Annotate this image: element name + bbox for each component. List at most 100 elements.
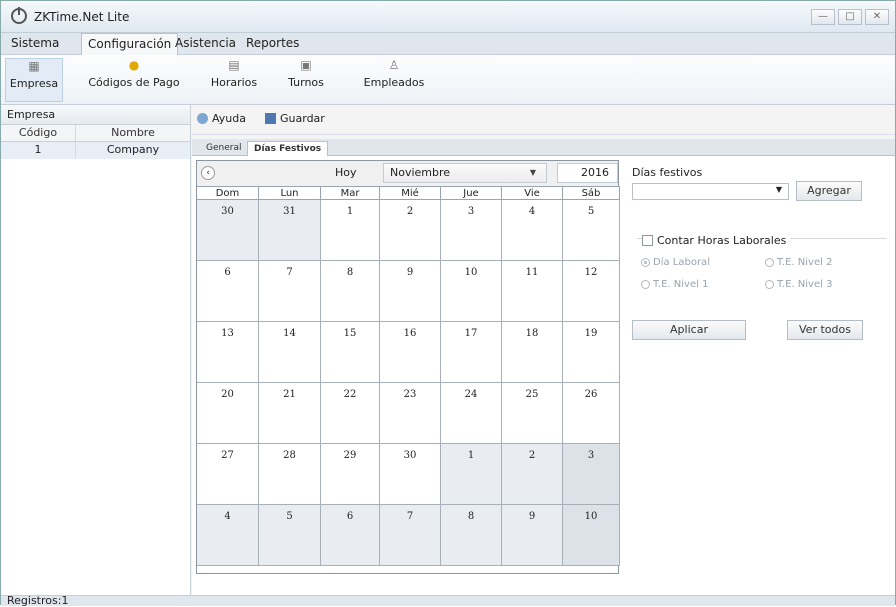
calendar-day[interactable]: 10 [563,505,620,566]
ribbon-empleados-button[interactable]: ♙ Empleados [359,58,429,102]
tab-dias-festivos[interactable]: Días Festivos [247,141,329,156]
ribbon-label: Empresa [9,77,59,90]
calendar-day[interactable]: 30 [197,200,259,261]
calendar-day[interactable]: 13 [197,322,259,383]
calendar-day[interactable]: 5 [259,505,321,566]
calendar-day[interactable]: 5 [563,200,620,261]
ribbon-label: Empleados [363,76,425,89]
group-divider [637,238,887,300]
checkbox-label: Contar Horas Laborales [657,234,787,247]
menu-configuracion[interactable]: Configuración [81,33,179,55]
calendar-day[interactable]: 6 [197,261,259,322]
weekday-header: Lun [259,186,321,200]
calendar-icon: ▤ [228,58,240,72]
calendar-day[interactable]: 26 [563,383,620,444]
view-all-button[interactable]: Ver todos [787,320,863,340]
calendar-day[interactable]: 12 [563,261,620,322]
ribbon-turnos-button[interactable]: ▣ Turnos [277,58,335,102]
weekday-header: Sáb [563,186,620,200]
save-icon [265,113,276,124]
calendar-day[interactable]: 19 [563,322,620,383]
calendar-day[interactable]: 10 [441,261,502,322]
column-codigo[interactable]: Código [1,125,76,141]
window-title: ZKTime.Net Lite [34,10,130,24]
help-button[interactable]: Ayuda [197,112,246,125]
calendar-day[interactable]: 3 [563,444,620,505]
calendar-day[interactable]: 25 [502,383,563,444]
calendar-day[interactable]: 29 [321,444,380,505]
weekday-header: Mié [380,186,441,200]
tab-general[interactable]: General [200,141,247,156]
year-stepper[interactable]: 2016 [557,163,618,183]
records-count: Registros:1 [7,594,69,607]
weekday-header: Mar [321,186,380,200]
calendar-day[interactable]: 22 [321,383,380,444]
month-select[interactable]: Noviembre ▼ [383,163,547,183]
table-row[interactable]: 1 Company [1,142,190,159]
calendar-day[interactable]: 2 [380,200,441,261]
holiday-select[interactable]: ▼ [632,183,789,200]
holidays-label: Días festivos [632,166,703,179]
add-button[interactable]: Agregar [796,181,862,201]
calendar-day[interactable]: 24 [441,383,502,444]
minimize-button[interactable]: — [811,9,835,25]
calendar-day[interactable]: 15 [321,322,380,383]
calendar-day[interactable]: 6 [321,505,380,566]
apply-button[interactable]: Aplicar [632,320,746,340]
calendar-day[interactable]: 4 [197,505,259,566]
ribbon-toolbar: ▦ Empresa ● Códigos de Pago ▤ Horarios ▣… [1,55,895,105]
radio-dia-laboral[interactable]: Día Laboral [641,257,710,268]
save-button[interactable]: Guardar [265,112,325,125]
calendar-day[interactable]: 1 [321,200,380,261]
radio-label: T.E. Nivel 2 [777,257,833,268]
chevron-down-icon: ▼ [529,168,536,177]
column-nombre[interactable]: Nombre [76,125,190,141]
holidays-content: ‹ Hoy Noviembre ▼ 2016 Dom Lun Mar Mié Jue Vi… [192,156,895,595]
calendar-day[interactable]: 3 [441,200,502,261]
calendar-day[interactable]: 8 [441,505,502,566]
radio-te-nivel-2[interactable]: T.E. Nivel 2 [765,257,832,268]
calendar-day[interactable]: 18 [502,322,563,383]
calendar-day[interactable]: 8 [321,261,380,322]
calendar-day[interactable]: 28 [259,444,321,505]
calendar-day[interactable]: 20 [197,383,259,444]
calendar-day[interactable]: 2 [502,444,563,505]
company-panel: Empresa Código Nombre 1 Company [1,105,191,595]
calendar-day[interactable]: 9 [502,505,563,566]
calendar-day[interactable]: 16 [380,322,441,383]
building-icon: ▦ [28,59,40,73]
prev-month-icon[interactable]: ‹ [201,166,215,180]
calendar-nav: ‹ Hoy Noviembre ▼ 2016 [197,161,618,186]
calendar-day[interactable]: 23 [380,383,441,444]
today-button[interactable]: Hoy [335,166,357,179]
calendar-day[interactable]: 27 [197,444,259,505]
calendar-day[interactable]: 7 [380,505,441,566]
menu-reportes[interactable]: Reportes [240,33,305,55]
calendar-day[interactable]: 31 [259,200,321,261]
radio-te-nivel-3[interactable]: T.E. Nivel 3 [765,279,832,290]
calendar-day[interactable]: 17 [441,322,502,383]
count-hours-checkbox[interactable]: Contar Horas Laborales [642,234,791,247]
maximize-button[interactable]: □ [838,9,862,25]
ribbon-empresa-button[interactable]: ▦ Empresa [5,58,63,102]
calendar-day[interactable]: 4 [502,200,563,261]
calendar-day[interactable]: 14 [259,322,321,383]
radio-te-nivel-1[interactable]: T.E. Nivel 1 [641,279,708,290]
calendar-day[interactable]: 11 [502,261,563,322]
menu-sistema[interactable]: Sistema [5,33,65,55]
calendar-day[interactable]: 7 [259,261,321,322]
ribbon-label: Horarios [210,76,258,89]
close-button[interactable]: ✕ [865,9,889,25]
ribbon-label: Turnos [288,76,324,89]
calendar-day[interactable]: 21 [259,383,321,444]
calendar-day[interactable]: 1 [441,444,502,505]
calendar-day[interactable]: 9 [380,261,441,322]
radio-label: Día Laboral [653,257,710,268]
ribbon-horarios-button[interactable]: ▤ Horarios [205,58,263,102]
menu-asistencia[interactable]: Asistencia [169,33,242,55]
calendar: ‹ Hoy Noviembre ▼ 2016 Dom Lun Mar Mié Jue Vi… [196,160,620,574]
calendar-day[interactable]: 30 [380,444,441,505]
title-bar: ZKTime.Net Lite — □ ✕ [1,1,895,33]
ribbon-codigos-button[interactable]: ● Códigos de Pago [69,58,199,102]
cell-nombre: Company [106,143,160,156]
